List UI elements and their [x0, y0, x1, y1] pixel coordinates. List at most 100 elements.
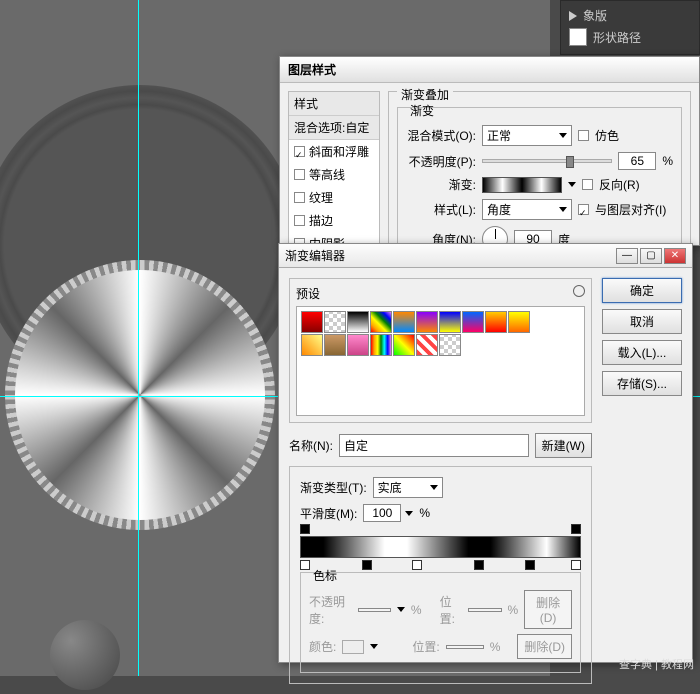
color-stop[interactable] — [300, 560, 310, 570]
percent-label: % — [419, 506, 430, 520]
style-label: 等高线 — [309, 166, 345, 183]
blendmode-select[interactable]: 正常 — [482, 125, 572, 146]
align-label: 与图层对齐(I) — [595, 201, 666, 218]
style-item-stroke[interactable]: 描边 — [289, 209, 379, 232]
gradient-preview[interactable] — [482, 177, 562, 193]
watermark: 查字典 | 教程网 — [619, 656, 694, 672]
preset-swatch[interactable] — [439, 311, 461, 333]
stop-pos-label: 位置: — [440, 593, 463, 627]
preset-swatch[interactable] — [301, 311, 323, 333]
dialog-title: 渐变编辑器 — [285, 247, 345, 264]
panel-item-1[interactable]: 象版 — [583, 7, 607, 24]
chevron-down-icon[interactable] — [568, 182, 576, 187]
preset-swatch[interactable] — [393, 334, 415, 356]
percent-label: % — [508, 603, 519, 617]
shape-swatch-icon[interactable] — [569, 28, 587, 46]
name-input[interactable]: 自定 — [339, 434, 529, 457]
chevron-down-icon[interactable] — [405, 511, 413, 516]
style-select[interactable]: 角度 — [482, 199, 572, 220]
guide-vertical — [138, 0, 139, 676]
preset-grid[interactable] — [296, 306, 585, 416]
styles-header[interactable]: 样式 — [289, 92, 379, 116]
preset-swatch[interactable] — [324, 334, 346, 356]
stop-pos-input — [446, 645, 484, 649]
checkbox-icon[interactable] — [294, 215, 305, 226]
preset-swatch[interactable] — [439, 334, 461, 356]
stop-pos-label: 位置: — [412, 638, 439, 655]
preset-swatch[interactable] — [416, 334, 438, 356]
color-stop[interactable] — [525, 560, 535, 570]
close-button[interactable]: ✕ — [664, 248, 686, 264]
opacity-stop[interactable] — [300, 524, 310, 534]
preset-swatch[interactable] — [347, 311, 369, 333]
gradtype-label: 渐变类型(T): — [300, 479, 367, 496]
load-button[interactable]: 载入(L)... — [602, 340, 682, 365]
color-stop[interactable] — [474, 560, 484, 570]
color-stop[interactable] — [362, 560, 372, 570]
preset-swatch[interactable] — [416, 311, 438, 333]
align-checkbox[interactable] — [578, 204, 589, 215]
dither-checkbox[interactable] — [578, 130, 589, 141]
chevron-down-icon — [370, 644, 378, 649]
style-item-bevel[interactable]: 斜面和浮雕 — [289, 140, 379, 163]
preset-swatch[interactable] — [324, 311, 346, 333]
opacity-stop[interactable] — [571, 524, 581, 534]
chevron-down-icon — [397, 607, 405, 612]
gear-icon[interactable] — [573, 285, 585, 297]
gradient-bar[interactable] — [300, 536, 581, 558]
titlebar[interactable]: 渐变编辑器 — ▢ ✕ — [279, 244, 692, 268]
percent-label: % — [662, 154, 673, 168]
opacity-label: 不透明度(P): — [406, 153, 476, 170]
blendmode-label: 混合模式(O): — [406, 127, 476, 144]
small-knob — [50, 620, 120, 690]
save-button[interactable]: 存储(S)... — [602, 371, 682, 396]
select-value: 正常 — [487, 127, 511, 144]
preset-swatch[interactable] — [370, 311, 392, 333]
play-icon[interactable] — [569, 11, 577, 21]
new-button[interactable]: 新建(W) — [535, 433, 592, 458]
style-label: 斜面和浮雕 — [309, 143, 369, 160]
smooth-value[interactable]: 100 — [363, 504, 401, 522]
preset-swatch[interactable] — [508, 311, 530, 333]
preset-swatch[interactable] — [347, 334, 369, 356]
gradient-label: 渐变: — [406, 176, 476, 193]
checkbox-icon[interactable] — [294, 146, 305, 157]
gradtype-select[interactable]: 实底 — [373, 477, 443, 498]
minimize-button[interactable]: — — [616, 248, 638, 264]
preset-swatch[interactable] — [370, 334, 392, 356]
cancel-button[interactable]: 取消 — [602, 309, 682, 334]
style-item-contour[interactable]: 等高线 — [289, 163, 379, 186]
dialog-gradient-editor: 渐变编辑器 — ▢ ✕ 预设 — [278, 243, 693, 663]
dialog-layer-style: 图层样式 样式 混合选项:自定 斜面和浮雕 等高线 纹理 描边 内阴影 内发光 … — [279, 56, 700, 246]
color-stop[interactable] — [571, 560, 581, 570]
maximize-button[interactable]: ▢ — [640, 248, 662, 264]
preset-swatch[interactable] — [462, 311, 484, 333]
stop-opacity-input — [358, 608, 391, 612]
gradient-type-group: 渐变类型(T): 实底 平滑度(M): 100 % — [289, 466, 592, 684]
chevron-down-icon — [559, 207, 567, 212]
stop-color-label: 颜色: — [309, 638, 336, 655]
stops-group: 色标 不透明度: % 位置: % 删除(D) 颜色: 位置: — [300, 572, 581, 673]
presets-label: 预设 — [296, 285, 320, 302]
presets-group: 预设 — [289, 278, 592, 423]
blend-options[interactable]: 混合选项:自定 — [289, 116, 379, 140]
style-label: 样式(L): — [406, 201, 476, 218]
ok-button[interactable]: 确定 — [602, 278, 682, 303]
preset-swatch[interactable] — [393, 311, 415, 333]
checkbox-icon[interactable] — [294, 192, 305, 203]
panel-item-2[interactable]: 形状路径 — [593, 29, 641, 46]
color-stop[interactable] — [412, 560, 422, 570]
select-value: 实底 — [378, 479, 402, 496]
style-label: 纹理 — [309, 189, 333, 206]
reverse-checkbox[interactable] — [582, 179, 593, 190]
style-item-texture[interactable]: 纹理 — [289, 186, 379, 209]
dialog-title[interactable]: 图层样式 — [280, 57, 699, 83]
color-swatch — [342, 640, 364, 654]
dial-metal — [15, 270, 265, 520]
dither-label: 仿色 — [595, 127, 619, 144]
preset-swatch[interactable] — [301, 334, 323, 356]
opacity-slider[interactable] — [482, 159, 612, 163]
preset-swatch[interactable] — [485, 311, 507, 333]
opacity-value[interactable]: 65 — [618, 152, 656, 170]
checkbox-icon[interactable] — [294, 169, 305, 180]
